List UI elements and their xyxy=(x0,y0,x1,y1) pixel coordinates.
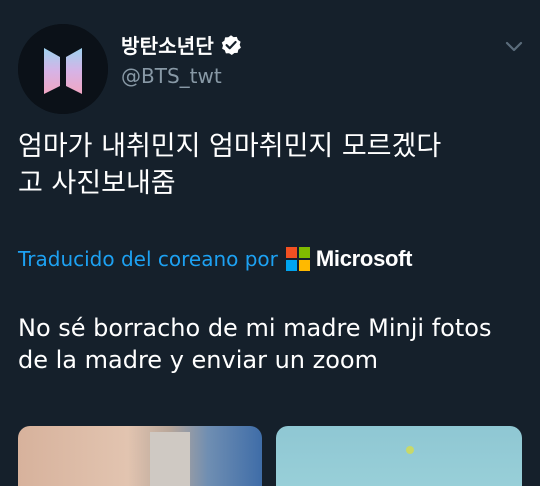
translator-name: Microsoft xyxy=(315,246,413,271)
tweet-text-line-2: 고 사진보내줌 xyxy=(18,168,176,199)
photo-detail xyxy=(150,432,190,486)
chevron-down-icon[interactable] xyxy=(504,38,524,52)
media-thumbnail-2[interactable] xyxy=(276,426,522,486)
bts-logo-icon xyxy=(18,24,108,114)
photo-detail xyxy=(406,446,414,454)
translated-text: No sé borracho de mi madre Minji fotos d… xyxy=(18,312,518,376)
author-handle[interactable]: @BTS_twt xyxy=(121,64,222,88)
translation-attribution[interactable]: Traducido del coreano por Microsoft xyxy=(18,246,413,272)
author-name-row[interactable]: 방탄소년단 xyxy=(121,30,242,59)
verified-badge-icon xyxy=(220,34,242,56)
avatar[interactable] xyxy=(18,24,108,114)
translated-text-line-1: No sé borracho de mi madre Minji fotos xyxy=(18,314,492,342)
media-thumbnail-1[interactable] xyxy=(18,426,262,486)
display-name[interactable]: 방탄소년단 xyxy=(121,30,214,59)
microsoft-logo-icon xyxy=(285,247,310,271)
tweet-text-line-1: 엄마가 내취민지 엄마취민지 모르겠다 xyxy=(18,131,442,162)
tweet[interactable]: 방탄소년단 @BTS_twt 엄마가 내취민지 엄마취민지 모르겠다 고 사진보… xyxy=(0,0,540,486)
tweet-text: 엄마가 내취민지 엄마취민지 모르겠다 고 사진보내줌 xyxy=(18,128,528,202)
translated-text-line-2: de la madre y enviar un zoom xyxy=(18,346,378,374)
translate-label[interactable]: Traducido del coreano por xyxy=(18,247,278,271)
